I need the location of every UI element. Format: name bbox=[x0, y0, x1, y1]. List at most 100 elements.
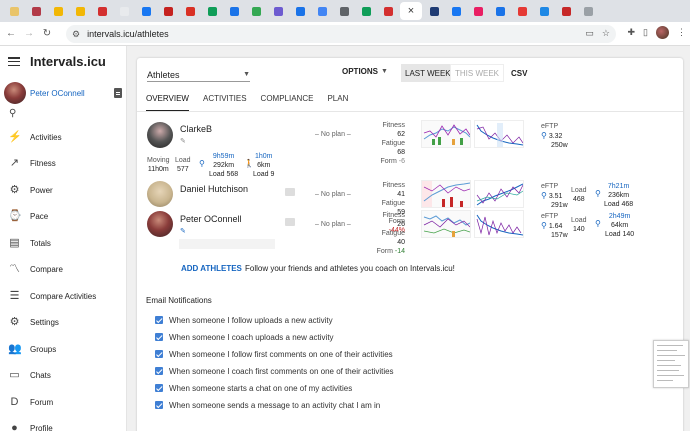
address-bar[interactable]: ⚙ intervals.icu/athletes ▭ ☆ bbox=[66, 25, 616, 43]
chat-icon[interactable] bbox=[285, 188, 295, 196]
sidebar-item-groups[interactable]: 👥 Groups bbox=[0, 336, 127, 363]
athlete-name[interactable]: Peter OConnell bbox=[180, 214, 242, 224]
athlete-avatar[interactable] bbox=[147, 122, 173, 148]
email-option-row[interactable]: When someone I follow first comments on … bbox=[155, 348, 393, 360]
browser-tab[interactable] bbox=[114, 2, 134, 20]
checkbox[interactable] bbox=[155, 350, 163, 358]
browser-tab[interactable] bbox=[246, 2, 266, 20]
tab-plan[interactable]: PLAN bbox=[327, 94, 348, 112]
browser-tab[interactable] bbox=[224, 2, 244, 20]
sidebar-item-totals[interactable]: ▤ Totals bbox=[0, 230, 127, 257]
browser-tab[interactable] bbox=[290, 2, 310, 20]
menu-icon[interactable] bbox=[8, 57, 20, 66]
fitness-chart[interactable] bbox=[421, 210, 471, 238]
ride-summary[interactable]: 9h59m 292km Load 568 bbox=[209, 152, 238, 179]
browser-tab-active[interactable]: × bbox=[400, 2, 422, 20]
sidebar-item-activities[interactable]: ⚡ Activities bbox=[0, 124, 127, 151]
this-week-button[interactable]: THIS WEEK bbox=[450, 64, 505, 82]
athlete-avatar[interactable] bbox=[147, 181, 173, 207]
browser-tab[interactable] bbox=[48, 2, 68, 20]
checkbox[interactable] bbox=[155, 384, 163, 392]
sidebar-item-pace[interactable]: ⌚ Pace bbox=[0, 204, 127, 231]
email-option-row[interactable]: When someone sends a message to an activ… bbox=[155, 399, 380, 411]
athlete-avatar[interactable] bbox=[147, 211, 173, 237]
browser-tab[interactable] bbox=[424, 2, 444, 20]
browser-tab[interactable] bbox=[356, 2, 376, 20]
browser-tab[interactable] bbox=[180, 2, 200, 20]
browser-tab[interactable] bbox=[312, 2, 332, 20]
tab-overview[interactable]: OVERVIEW bbox=[146, 94, 189, 112]
browser-menu-icon[interactable]: ⋮ bbox=[677, 27, 686, 38]
ride-summary[interactable]: 2h49m 64km Load 140 bbox=[605, 212, 634, 239]
browser-tab[interactable] bbox=[446, 2, 466, 20]
walk-summary[interactable]: 1h0m 6km Load 9 bbox=[253, 152, 274, 179]
browser-tab[interactable] bbox=[512, 2, 532, 20]
search-icon[interactable]: ⚲ bbox=[9, 108, 16, 119]
browser-tab[interactable] bbox=[158, 2, 178, 20]
cast-icon[interactable]: ▭ bbox=[585, 28, 594, 39]
forward-icon[interactable]: → bbox=[20, 28, 38, 39]
notes-icon[interactable] bbox=[114, 88, 122, 98]
email-option-row[interactable]: When someone I coach first comments on o… bbox=[155, 365, 394, 377]
sidebar-item-fitness[interactable]: ↗ Fitness bbox=[0, 151, 127, 178]
browser-tab[interactable] bbox=[268, 2, 288, 20]
athletes-select[interactable]: Athletes ▼ bbox=[147, 68, 250, 82]
athlete-note-bar[interactable] bbox=[179, 239, 275, 249]
checkbox[interactable] bbox=[155, 401, 163, 409]
tab-activities[interactable]: ACTIVITIES bbox=[203, 94, 247, 112]
ride-summary[interactable]: 7h21m 236km Load 468 bbox=[604, 182, 633, 209]
screenshot-thumbnail[interactable] bbox=[653, 340, 689, 388]
plan-status[interactable]: – No plan – bbox=[315, 131, 351, 138]
power-curve-chart[interactable] bbox=[474, 210, 524, 238]
sidebar-item-compare[interactable]: 〽 Compare bbox=[0, 257, 127, 284]
checkbox[interactable] bbox=[155, 367, 163, 375]
browser-profile-avatar[interactable] bbox=[656, 26, 669, 39]
sidebar-item-forum[interactable]: D Forum bbox=[0, 389, 127, 416]
csv-button[interactable]: CSV bbox=[507, 64, 531, 82]
tab-compliance[interactable]: COMPLIANCE bbox=[261, 94, 314, 112]
site-info-icon[interactable]: ⚙ bbox=[72, 29, 80, 40]
reload-icon[interactable]: ↻ bbox=[38, 28, 56, 39]
fitness-chart[interactable] bbox=[421, 180, 471, 208]
side-panel-icon[interactable]: ▯ bbox=[643, 27, 648, 38]
chat-icon[interactable] bbox=[285, 218, 295, 226]
browser-tab[interactable] bbox=[92, 2, 112, 20]
bookmark-star-icon[interactable]: ☆ bbox=[602, 28, 610, 39]
sidebar-item-settings[interactable]: ⚙ Settings bbox=[0, 310, 127, 337]
athlete-name[interactable]: ClarkeB bbox=[180, 124, 212, 134]
browser-tab[interactable] bbox=[4, 2, 24, 20]
athlete-name[interactable]: Daniel Hutchison bbox=[180, 184, 248, 194]
browser-tab[interactable] bbox=[26, 2, 46, 20]
email-option-row[interactable]: When someone I coach uploads a new activ… bbox=[155, 331, 334, 343]
checkbox[interactable] bbox=[155, 333, 163, 341]
plan-status[interactable]: – No plan – bbox=[315, 221, 351, 228]
browser-tab[interactable] bbox=[334, 2, 354, 20]
browser-tab[interactable] bbox=[556, 2, 576, 20]
email-option-row[interactable]: When someone I follow uploads a new acti… bbox=[155, 314, 333, 326]
power-curve-chart[interactable] bbox=[474, 180, 524, 208]
avatar[interactable] bbox=[4, 82, 26, 104]
browser-tab[interactable] bbox=[202, 2, 222, 20]
browser-tab[interactable] bbox=[490, 2, 510, 20]
browser-tab[interactable] bbox=[378, 2, 398, 20]
checkbox[interactable] bbox=[155, 316, 163, 324]
user-card[interactable]: Peter OConnell bbox=[4, 82, 122, 104]
browser-tab[interactable] bbox=[468, 2, 488, 20]
browser-tab[interactable] bbox=[578, 2, 598, 20]
options-button[interactable]: OPTIONS ▼ bbox=[342, 67, 388, 76]
back-icon[interactable]: ← bbox=[2, 28, 20, 39]
sidebar-item-compare-activities[interactable]: ☰ Compare Activities bbox=[0, 283, 127, 310]
plan-status[interactable]: – No plan – bbox=[315, 191, 351, 198]
user-name[interactable]: Peter OConnell bbox=[30, 89, 114, 98]
close-icon[interactable]: × bbox=[408, 5, 414, 17]
sidebar-item-power[interactable]: ⚙ Power bbox=[0, 177, 127, 204]
sidebar-item-chats[interactable]: ▭ Chats bbox=[0, 363, 127, 390]
fitness-chart[interactable] bbox=[421, 120, 471, 148]
edit-icon[interactable]: ✎ bbox=[180, 137, 186, 145]
power-curve-chart[interactable] bbox=[474, 120, 524, 148]
edit-icon[interactable]: ✎ bbox=[180, 227, 186, 235]
last-week-button[interactable]: LAST WEEK bbox=[401, 64, 455, 82]
sidebar-item-profile[interactable]: ● Profile bbox=[0, 416, 127, 431]
add-athletes-button[interactable]: ADD ATHLETES bbox=[181, 264, 242, 273]
email-option-row[interactable]: When someone starts a chat on one of my … bbox=[155, 382, 352, 394]
